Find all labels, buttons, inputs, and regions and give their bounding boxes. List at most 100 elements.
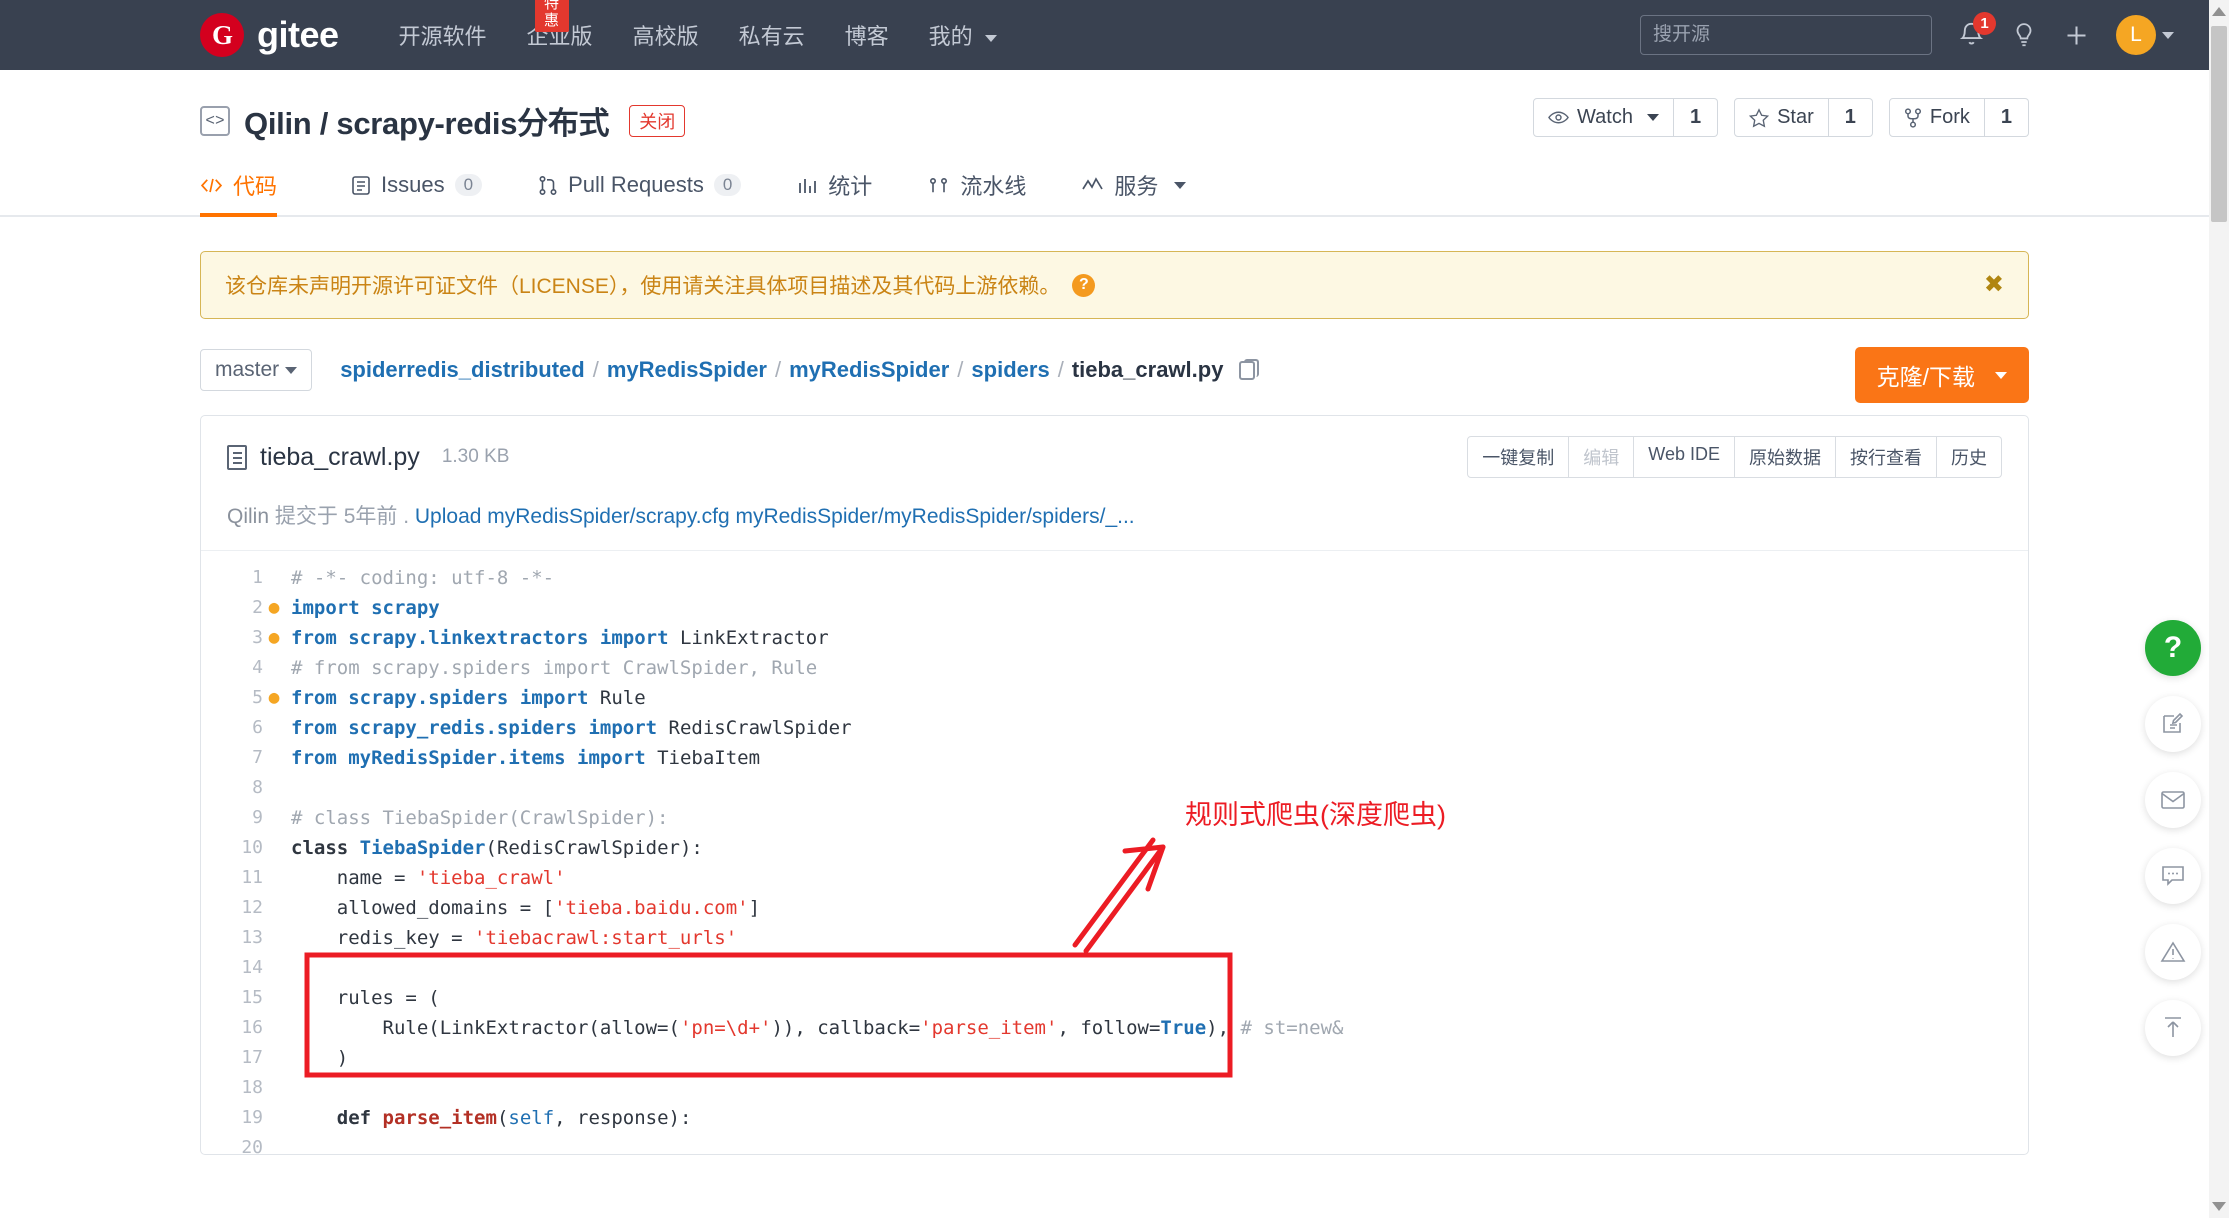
line-number: 5 — [201, 683, 263, 713]
status-badge: 关闭 — [629, 105, 685, 137]
lint-warning-dot-icon: ● — [263, 593, 285, 623]
scroll-top-fab[interactable] — [2145, 1000, 2201, 1056]
chat-fab[interactable] — [2145, 848, 2201, 904]
breadcrumb-item[interactable]: spiderredis_distributed — [340, 357, 585, 383]
fork-count[interactable]: 1 — [1985, 98, 2029, 137]
scrollbar-thumb[interactable] — [2211, 26, 2227, 222]
user-menu[interactable]: L — [2116, 15, 2174, 55]
tab-service[interactable]: 服务 — [1054, 169, 1214, 217]
star-button[interactable]: Star — [1734, 98, 1829, 137]
feedback-edit-fab[interactable] — [2145, 696, 2201, 752]
watch-count[interactable]: 1 — [1674, 98, 1718, 137]
tab-issues[interactable]: Issues 0 — [323, 169, 510, 217]
watch-button[interactable]: Watch — [1533, 98, 1674, 137]
plus-icon[interactable] — [2063, 22, 2090, 49]
fork-button-group: Fork 1 — [1889, 98, 2029, 137]
line-number: 14 — [201, 953, 263, 983]
bell-icon[interactable]: 1 — [1958, 21, 1985, 50]
edit-note-icon — [2160, 711, 2186, 737]
file-size: 1.30 KB — [442, 446, 510, 468]
nav-link-enterprise[interactable]: 特惠 企业版 — [527, 19, 593, 51]
tab-statistics[interactable]: 统计 — [769, 169, 900, 217]
repo-owner[interactable]: Qilin — [244, 106, 311, 141]
nav-link-private-cloud[interactable]: 私有云 — [739, 19, 805, 51]
nav-link-opensource[interactable]: 开源软件 — [399, 19, 487, 51]
commit-message[interactable]: Upload myRedisSpider/scrapy.cfg myRedisS… — [415, 505, 1135, 528]
code-line: 4# from scrapy.spiders import CrawlSpide… — [201, 653, 2028, 683]
tab-pull-requests[interactable]: Pull Requests 0 — [510, 169, 769, 217]
mail-fab[interactable] — [2145, 772, 2201, 828]
branch-selector[interactable]: master — [200, 349, 312, 391]
lightbulb-icon[interactable] — [2011, 21, 2037, 50]
fork-button[interactable]: Fork — [1889, 98, 1985, 137]
help-question-icon[interactable]: ? — [1072, 274, 1095, 297]
nav-label: 私有云 — [739, 24, 805, 49]
line-number: 15 — [201, 983, 263, 1013]
breadcrumb-item[interactable]: myRedisSpider — [607, 357, 767, 383]
code-line-text: Rule(LinkExtractor(allow=('pn=\d+')), ca… — [285, 1013, 1343, 1043]
search-input[interactable] — [1640, 15, 1932, 55]
tab-code[interactable]: 代码 — [200, 169, 305, 217]
breadcrumb-separator: / — [775, 357, 781, 383]
blame-button[interactable]: 按行查看 — [1836, 436, 1937, 478]
raw-data-button[interactable]: 原始数据 — [1735, 436, 1836, 478]
star-count[interactable]: 1 — [1829, 98, 1873, 137]
breadcrumb-item[interactable]: myRedisSpider — [789, 357, 949, 383]
breadcrumb-item[interactable]: spiders — [971, 357, 1049, 383]
chevron-down-icon — [985, 35, 997, 42]
code-line: 15 rules = ( — [201, 983, 2028, 1013]
tab-label: 统计 — [828, 169, 872, 201]
line-number: 7 — [201, 743, 263, 773]
service-icon — [1082, 177, 1104, 194]
copy-path-icon[interactable] — [1239, 361, 1255, 380]
code-line-text: class TiebaSpider(RedisCrawlSpider): — [285, 833, 703, 863]
gitee-logo[interactable]: G gitee — [200, 13, 339, 57]
scroll-down-arrow-icon[interactable] — [2212, 1202, 2226, 1211]
chevron-down-icon — [1174, 182, 1186, 189]
code-line-text: import scrapy — [285, 593, 440, 623]
code-line: 2●import scrapy — [201, 593, 2028, 623]
code-line: 20 — [201, 1133, 2028, 1155]
repo-name[interactable]: scrapy-redis分布式 — [336, 106, 609, 141]
code-icon — [200, 177, 223, 194]
code-line-text: from scrapy.spiders import Rule — [285, 683, 646, 713]
code-viewer[interactable]: 1# -*- coding: utf-8 -*-2●import scrapy3… — [201, 550, 2028, 1155]
report-warning-fab[interactable] — [2145, 924, 2201, 980]
chevron-down-icon — [1995, 372, 2007, 379]
tab-pipeline[interactable]: 流水线 — [900, 169, 1054, 217]
code-line-text: from myRedisSpider.items import TiebaIte… — [285, 743, 760, 773]
code-line: 18 — [201, 1073, 2028, 1103]
close-icon[interactable]: ✖ — [1984, 273, 2004, 297]
copy-all-button[interactable]: 一键复制 — [1467, 436, 1569, 478]
history-button[interactable]: 历史 — [1937, 436, 2002, 478]
nav-link-education[interactable]: 高校版 — [633, 19, 699, 51]
page-root: G gitee 开源软件 特惠 企业版 高校版 私有云 博客 我的 — [0, 0, 2229, 1218]
pipeline-icon — [928, 176, 950, 195]
tab-label: 代码 — [233, 169, 277, 201]
help-fab[interactable]: ? — [2145, 620, 2201, 676]
code-line: 10class TiebaSpider(RedisCrawlSpider): — [201, 833, 2028, 863]
page-scrollbar[interactable] — [2209, 0, 2229, 1218]
nav-link-blog[interactable]: 博客 — [845, 19, 889, 51]
top-navigation-bar: G gitee 开源软件 特惠 企业版 高校版 私有云 博客 我的 — [0, 0, 2229, 70]
repo-title-separator: / — [320, 106, 328, 141]
nav-label: 我的 — [929, 24, 973, 49]
clone-label: 克隆/下载 — [1877, 358, 1975, 392]
tab-label: Issues — [381, 172, 445, 198]
issues-count: 0 — [455, 174, 482, 196]
star-button-group: Star 1 — [1734, 98, 1873, 137]
nav-link-mine[interactable]: 我的 — [929, 19, 997, 51]
pull-request-icon — [538, 175, 558, 196]
page-title: Qilin / scrapy-redis分布式 — [244, 98, 609, 143]
breadcrumb-item-current: tieba_crawl.py — [1072, 357, 1224, 383]
breadcrumb: spiderredis_distributed / myRedisSpider … — [340, 357, 1255, 383]
nav-label: 高校版 — [633, 24, 699, 49]
clone-download-button[interactable]: 克隆/下载 — [1855, 347, 2029, 403]
commit-author[interactable]: Qilin — [227, 505, 269, 528]
scroll-up-arrow-icon[interactable] — [2212, 7, 2226, 16]
web-ide-button[interactable]: Web IDE — [1634, 436, 1735, 478]
license-warning-text-wrap: 该仓库未声明开源许可证文件（LICENSE），使用请关注具体项目描述及其代码上游… — [225, 270, 1095, 300]
line-number: 16 — [201, 1013, 263, 1043]
file-path-bar: master spiderredis_distributed / myRedis… — [200, 349, 2029, 391]
line-number: 19 — [201, 1103, 263, 1133]
